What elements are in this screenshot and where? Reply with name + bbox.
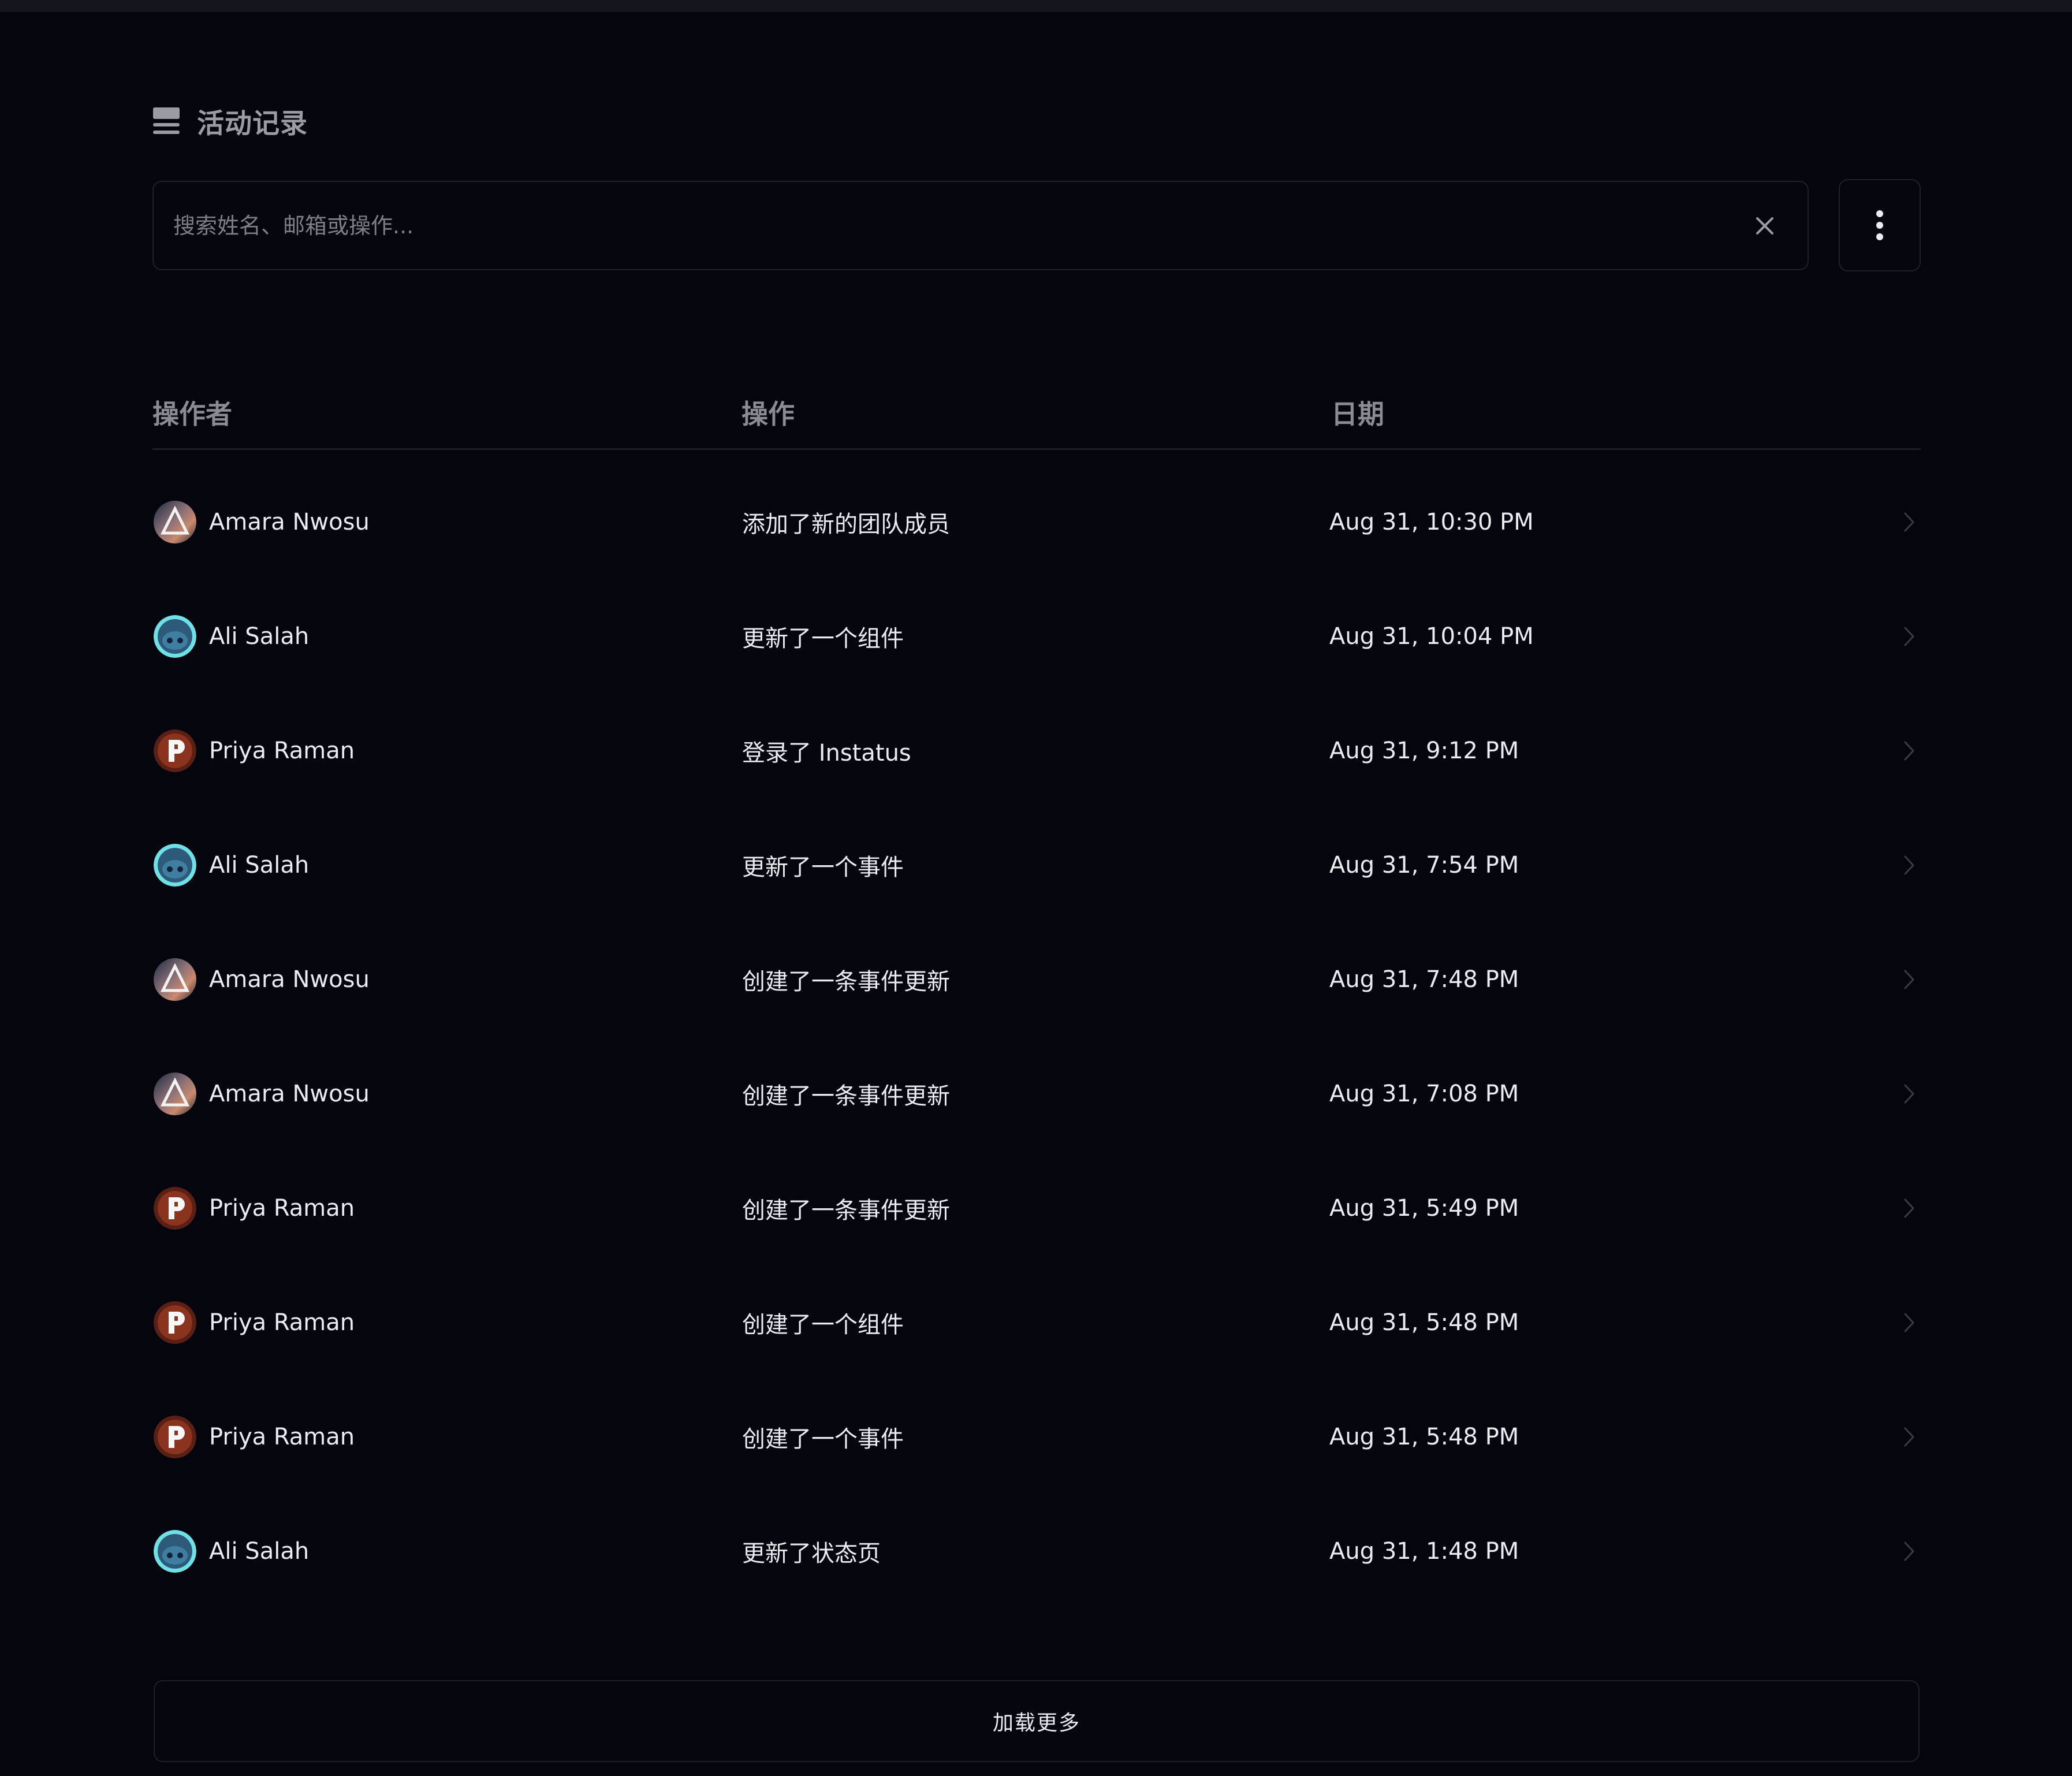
table-row[interactable]: Priya Raman 登录了 Instatus Aug 31, 9:12 PM: [152, 722, 1921, 836]
avatar: [154, 844, 196, 887]
table-header: 操作者 操作 日期: [152, 370, 1921, 450]
table-row[interactable]: Ali Salah 更新了状态页 Aug 31, 1:48 PM: [152, 1522, 1921, 1637]
actor-name: Ali Salah: [209, 1538, 310, 1565]
actor-cell: Ali Salah: [154, 836, 309, 894]
avatar: [154, 615, 196, 658]
chevron-right-icon: [1898, 734, 1921, 768]
actor-cell: Amara Nwosu: [154, 493, 370, 551]
action-cell: 创建了一条事件更新: [742, 1083, 950, 1109]
table-row[interactable]: Ali Salah 更新了一个事件 Aug 31, 7:54 PM: [152, 836, 1921, 951]
avatar: [154, 958, 196, 1001]
action-cell: 更新了一个组件: [742, 625, 904, 652]
actor-name: Amara Nwosu: [209, 966, 370, 993]
avatar: [154, 501, 196, 543]
chevron-right-icon: [1898, 848, 1921, 883]
more-options-button[interactable]: [1839, 179, 1921, 271]
actor-cell: Priya Raman: [154, 1408, 355, 1466]
date-cell: Aug 31, 7:48 PM: [1329, 966, 1519, 993]
table-row[interactable]: Amara Nwosu 创建了一条事件更新 Aug 31, 7:08 PM: [152, 1065, 1921, 1179]
table-row[interactable]: Amara Nwosu 创建了一条事件更新 Aug 31, 7:48 PM: [152, 951, 1921, 1065]
action-cell: 创建了一条事件更新: [742, 1197, 950, 1224]
date-cell: Aug 31, 9:12 PM: [1329, 738, 1519, 764]
activity-table: 操作者 操作 日期 Amara Nwosu 添加了新的团队成员 Aug 31, 10…: [152, 370, 1921, 1637]
table-body: Amara Nwosu 添加了新的团队成员 Aug 31, 10:30 PM Ali …: [152, 493, 1921, 1637]
actor-name: Ali Salah: [209, 852, 310, 878]
search-input[interactable]: [154, 182, 1747, 269]
chevron-right-icon: [1898, 619, 1921, 654]
date-cell: Aug 31, 7:08 PM: [1329, 1081, 1519, 1107]
actor-name: Priya Raman: [209, 738, 355, 764]
table-row[interactable]: Priya Raman 创建了一个组件 Aug 31, 5:48 PM: [152, 1294, 1921, 1408]
actor-cell: Amara Nwosu: [154, 951, 370, 1008]
page-header: 活动记录: [153, 98, 308, 144]
table-row[interactable]: Priya Raman 创建了一条事件更新 Aug 31, 5:49 PM: [152, 1179, 1921, 1294]
action-cell: 添加了新的团队成员: [742, 511, 950, 538]
action-cell: 创建了一个事件: [742, 1426, 904, 1453]
action-cell: 创建了一个组件: [742, 1312, 904, 1338]
avatar: [154, 1301, 196, 1344]
load-more-button[interactable]: 加载更多: [154, 1680, 1920, 1762]
column-header-actor: 操作者: [152, 399, 232, 430]
actor-name: Priya Raman: [209, 1424, 355, 1450]
actor-cell: Ali Salah: [154, 608, 309, 665]
actor-cell: Amara Nwosu: [154, 1065, 370, 1123]
action-cell: 创建了一条事件更新: [742, 969, 950, 995]
actor-name: Amara Nwosu: [209, 1081, 370, 1107]
actor-name: Priya Raman: [209, 1195, 355, 1222]
date-cell: Aug 31, 10:30 PM: [1329, 509, 1534, 535]
date-cell: Aug 31, 1:48 PM: [1329, 1538, 1519, 1565]
action-cell: 更新了状态页: [742, 1540, 881, 1567]
avatar: [154, 1187, 196, 1230]
actor-name: Priya Raman: [209, 1309, 355, 1336]
chevron-right-icon: [1898, 1305, 1921, 1340]
table-row[interactable]: Priya Raman 创建了一个事件 Aug 31, 5:48 PM: [152, 1408, 1921, 1522]
date-cell: Aug 31, 5:48 PM: [1329, 1424, 1519, 1450]
table-row[interactable]: Amara Nwosu 添加了新的团队成员 Aug 31, 10:30 PM: [152, 493, 1921, 608]
more-vertical-icon: [1876, 208, 1883, 243]
avatar: [154, 1073, 196, 1115]
date-cell: Aug 31, 10:04 PM: [1329, 623, 1534, 650]
activity-list-icon: [153, 107, 180, 134]
avatar: [154, 1530, 196, 1573]
chevron-right-icon: [1898, 505, 1921, 539]
date-cell: Aug 31, 5:49 PM: [1329, 1195, 1519, 1222]
avatar: [154, 729, 196, 772]
date-cell: Aug 31, 5:48 PM: [1329, 1309, 1519, 1336]
chevron-right-icon: [1898, 1420, 1921, 1454]
close-icon: [1756, 217, 1773, 234]
column-header-action: 操作: [741, 399, 795, 430]
chevron-right-icon: [1898, 1534, 1921, 1569]
actor-name: Ali Salah: [209, 623, 310, 650]
page-title: 活动记录: [197, 107, 308, 140]
table-row[interactable]: Ali Salah 更新了一个组件 Aug 31, 10:04 PM: [152, 608, 1921, 722]
activity-page: 活动记录 操作者 操作 日期 Amara Nwosu 添加了新的团队成员 Aug 3…: [0, 12, 2072, 1776]
chevron-right-icon: [1898, 962, 1921, 997]
action-cell: 登录了 Instatus: [742, 740, 911, 766]
actor-cell: Ali Salah: [154, 1522, 309, 1580]
action-cell: 更新了一个事件: [742, 854, 904, 881]
window-top-bar: [0, 0, 2072, 12]
search-box: [152, 181, 1809, 270]
chevron-right-icon: [1898, 1191, 1921, 1226]
column-header-date: 日期: [1331, 399, 1384, 430]
chevron-right-icon: [1898, 1077, 1921, 1111]
actor-cell: Priya Raman: [154, 722, 355, 780]
clear-search-button[interactable]: [1747, 208, 1782, 243]
actor-cell: Priya Raman: [154, 1294, 355, 1351]
actor-name: Amara Nwosu: [209, 509, 370, 535]
avatar: [154, 1416, 196, 1458]
date-cell: Aug 31, 7:54 PM: [1329, 852, 1519, 878]
actor-cell: Priya Raman: [154, 1179, 355, 1237]
